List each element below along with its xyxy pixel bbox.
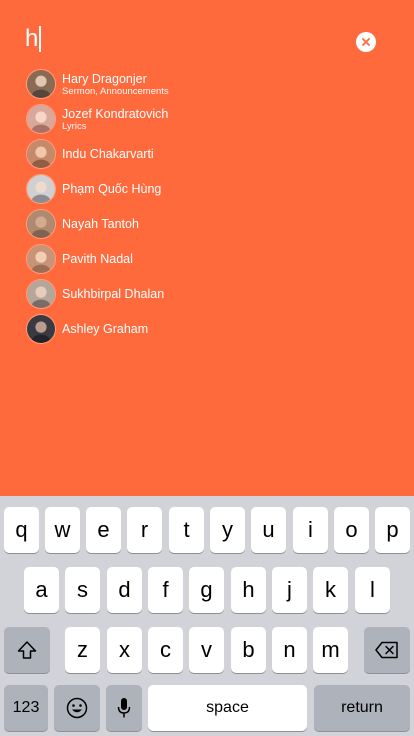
result-name: Hary Dragonjer: [62, 71, 147, 86]
avatar: [26, 104, 56, 134]
key-b[interactable]: b: [231, 627, 266, 673]
search-screen: h Hary Dragonjer Sermon, Announcements J…: [0, 0, 414, 736]
result-name: Pavith Nadal: [62, 252, 133, 266]
key-y[interactable]: y: [210, 507, 245, 553]
key-z[interactable]: z: [65, 627, 100, 673]
keyboard: q w e r t y u i o p a s d f g h j k l z …: [0, 496, 414, 736]
key-q[interactable]: q: [4, 507, 39, 553]
result-name: Phạm Quốc Hùng: [62, 182, 162, 196]
key-h[interactable]: h: [231, 567, 266, 613]
key-s[interactable]: s: [65, 567, 100, 613]
key-j[interactable]: j: [272, 567, 307, 613]
key-a[interactable]: a: [24, 567, 59, 613]
avatar: [26, 139, 56, 169]
result-item[interactable]: Jozef Kondratovich Lyrics: [26, 104, 168, 134]
key-m[interactable]: m: [313, 627, 348, 673]
clear-search-button[interactable]: [356, 32, 376, 52]
result-name: Ashley Graham: [62, 322, 149, 336]
key-n[interactable]: n: [272, 627, 307, 673]
microphone-icon: [117, 698, 131, 718]
search-input[interactable]: h: [25, 22, 42, 56]
result-item[interactable]: Indu Chakarvarti: [26, 139, 154, 169]
result-name: Sukhbirpal Dhalan: [62, 287, 165, 301]
key-i[interactable]: i: [293, 507, 328, 553]
key-r[interactable]: r: [127, 507, 162, 553]
key-v[interactable]: v: [189, 627, 224, 673]
result-name: Jozef Kondratovich: [62, 106, 169, 121]
key-c[interactable]: c: [148, 627, 183, 673]
dictation-key[interactable]: [106, 685, 142, 731]
result-item[interactable]: Pavith Nadal: [26, 244, 133, 274]
search-query[interactable]: h: [25, 22, 38, 56]
key-p[interactable]: p: [375, 507, 410, 553]
delete-key[interactable]: [364, 627, 410, 673]
close-icon: [362, 38, 370, 46]
emoji-icon: [66, 697, 88, 719]
backspace-icon: [375, 641, 398, 659]
key-f[interactable]: f: [148, 567, 183, 613]
result-subtitle: Sermon, Announcements: [62, 85, 169, 97]
emoji-key[interactable]: [54, 685, 100, 731]
return-key[interactable]: return: [314, 685, 410, 731]
result-subtitle: Lyrics: [62, 120, 87, 132]
space-key[interactable]: space: [148, 685, 307, 731]
key-x[interactable]: x: [107, 627, 142, 673]
result-item[interactable]: Nayah Tantoh: [26, 209, 139, 239]
result-item[interactable]: Ashley Graham: [26, 314, 148, 344]
numbers-key[interactable]: 123: [4, 685, 48, 731]
key-e[interactable]: e: [86, 507, 121, 553]
text-cursor: [39, 26, 42, 52]
shift-key[interactable]: [4, 627, 50, 673]
result-name: Indu Chakarvarti: [62, 147, 154, 161]
key-g[interactable]: g: [189, 567, 224, 613]
avatar: [26, 244, 56, 274]
avatar: [26, 209, 56, 239]
result-item[interactable]: Sukhbirpal Dhalan: [26, 279, 164, 309]
shift-icon: [17, 641, 37, 659]
key-k[interactable]: k: [313, 567, 348, 613]
key-w[interactable]: w: [45, 507, 80, 553]
key-l[interactable]: l: [355, 567, 390, 613]
result-name: Nayah Tantoh: [62, 217, 139, 231]
key-u[interactable]: u: [251, 507, 286, 553]
avatar: [26, 174, 56, 204]
avatar: [26, 279, 56, 309]
avatar: [26, 314, 56, 344]
result-item[interactable]: Phạm Quốc Hùng: [26, 174, 161, 204]
key-o[interactable]: o: [334, 507, 369, 553]
result-item[interactable]: Hary Dragonjer Sermon, Announcements: [26, 69, 169, 99]
key-t[interactable]: t: [169, 507, 204, 553]
avatar: [26, 69, 56, 99]
key-d[interactable]: d: [107, 567, 142, 613]
